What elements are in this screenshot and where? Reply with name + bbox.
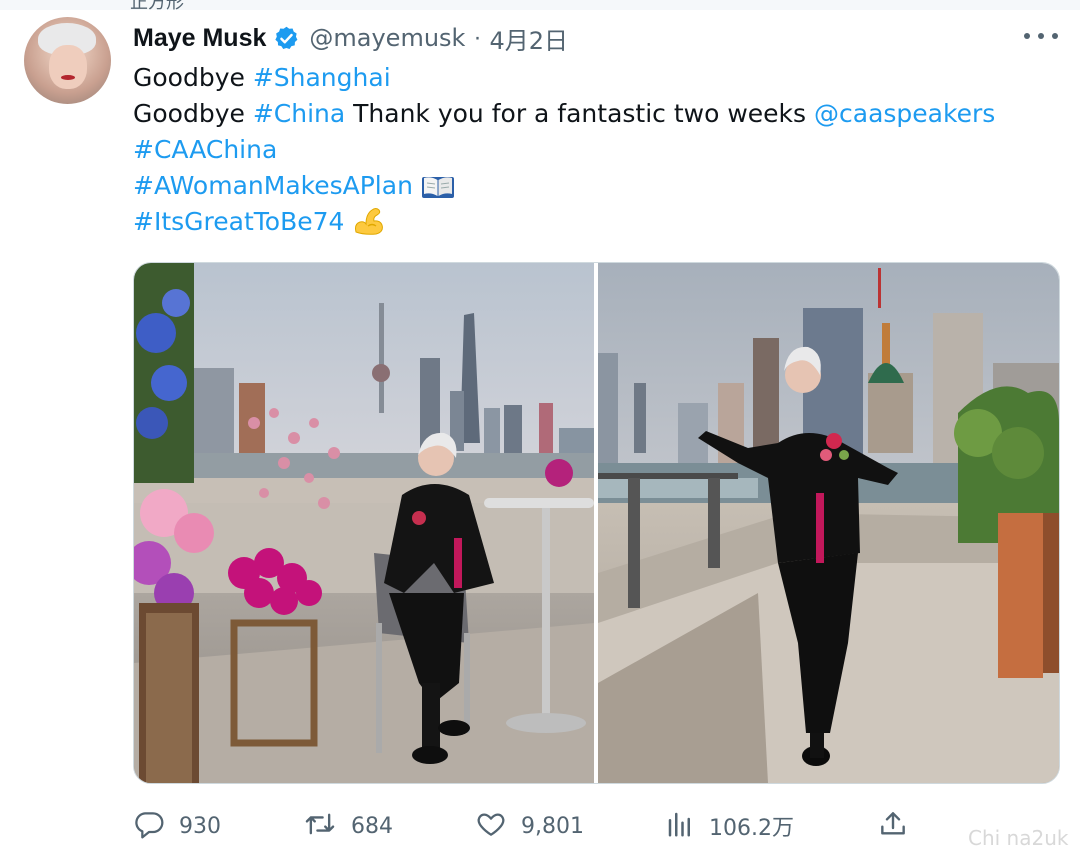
hashtag-itsgreattobe74[interactable]: #ItsGreatToBe74 [133, 207, 344, 236]
views-icon [665, 809, 695, 844]
author-name[interactable]: Maye Musk [133, 24, 266, 53]
hashtag-awomanmakesaplan[interactable]: #AWomanMakesAPlan [133, 171, 413, 200]
retweet-count: 684 [351, 813, 393, 839]
text-segment: Thank you for a fantastic two weeks [345, 99, 815, 128]
views-count: 106.2万 [709, 816, 794, 841]
tweet-media[interactable] [133, 262, 1060, 784]
tweet-date[interactable]: 4月2日 [489, 21, 568, 56]
text-segment: Goodbye [133, 99, 253, 128]
avatar[interactable] [24, 17, 111, 104]
tweet-line-1: Goodbye #Shanghai [133, 60, 1033, 96]
tweet-actions: 930 684 9,801 106.2万 [133, 806, 1058, 846]
like-count: 9,801 [521, 813, 584, 839]
verified-badge-icon [273, 25, 300, 52]
header-separator: · [473, 24, 482, 51]
like-button[interactable]: 9,801 [475, 806, 584, 846]
retweet-icon [303, 808, 337, 845]
share-icon [877, 808, 909, 845]
tweet-line-3: #CAAChina [133, 132, 1033, 168]
tweet-header: Maye Musk @mayemusk · 4月2日 [133, 21, 568, 55]
share-button[interactable] [877, 806, 909, 846]
views-button[interactable]: 106.2万 [665, 806, 794, 846]
hashtag-shanghai[interactable]: #Shanghai [253, 63, 391, 92]
mention-caaspeakers[interactable]: @caaspeakers [814, 99, 995, 128]
tweet-line-2: Goodbye #China Thank you for a fantastic… [133, 96, 1033, 132]
photo-bund-standing[interactable] [598, 263, 1059, 783]
retweet-button[interactable]: 684 [303, 806, 393, 846]
tweet-line-5: #ItsGreatToBe74 [133, 204, 1033, 240]
previous-tweet-cutoff: 正方形 [0, 0, 1080, 10]
open-book-emoji [421, 174, 455, 210]
reply-button[interactable]: 930 [133, 806, 221, 846]
author-handle[interactable]: @mayemusk [309, 24, 465, 52]
hashtag-china[interactable]: #China [253, 99, 345, 128]
flexed-biceps-emoji [352, 204, 386, 246]
photo-shanghai-skyline-seated[interactable] [134, 263, 594, 783]
watermark: Chi na2uk [968, 826, 1069, 850]
heart-icon [475, 808, 507, 845]
cutoff-text: 正方形 [130, 0, 184, 10]
more-icon[interactable] [1024, 24, 1058, 48]
reply-icon [133, 808, 165, 845]
tweet-line-4: #AWomanMakesAPlan [133, 168, 1033, 204]
text-segment: Goodbye [133, 63, 253, 92]
reply-count: 930 [179, 813, 221, 839]
hashtag-caachina[interactable]: #CAAChina [133, 135, 277, 164]
tweet-text: Goodbye #Shanghai Goodbye #China Thank y… [133, 60, 1033, 240]
